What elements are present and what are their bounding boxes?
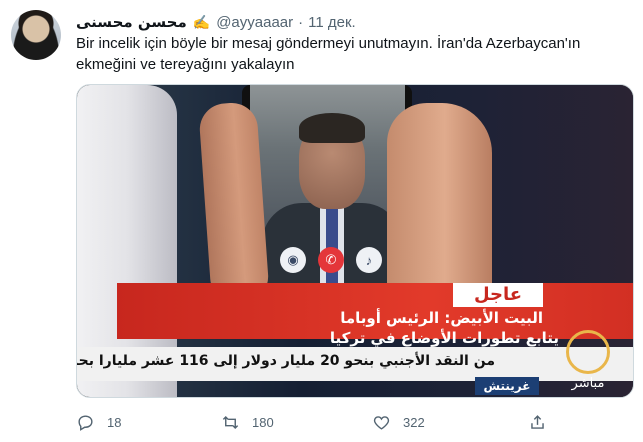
lower-ticker-text: من النقد الأجنبي بنحو 20 مليار دولار إلى…	[77, 353, 495, 369]
share-button[interactable]	[528, 411, 547, 433]
heart-icon	[373, 415, 390, 430]
end-call-icon: ✆	[318, 247, 344, 273]
speaker-icon: ♪	[356, 247, 382, 273]
share-icon	[531, 414, 544, 429]
like-count: 322	[403, 414, 425, 430]
reply-count: 18	[107, 414, 122, 430]
mute-icon: ◉	[280, 247, 306, 273]
tweet-text: Bir incelik için böyle bir mesaj gönderm…	[76, 35, 581, 73]
tweet-header: محسن محسنی ✍️ @ayyaaaar · 11 дек.	[76, 11, 356, 33]
like-button[interactable]: 322	[372, 411, 425, 433]
headline-line-1: البيت الأبيض: الرئيس أوباما	[340, 309, 543, 327]
headline-line-2: يتابع تطورات الأوضاع في تركيا	[329, 329, 559, 347]
breaking-label: عاجل	[453, 283, 543, 307]
retweet-count: 180	[252, 414, 274, 430]
channel-logo-icon	[566, 329, 610, 374]
retweet-button[interactable]: 180	[221, 411, 274, 433]
tweet: محسن محسنی ✍️ @ayyaaaar · 11 дек. Bir in…	[0, 0, 643, 442]
author-name[interactable]: محسن محسنی	[76, 13, 187, 31]
avatar[interactable]	[11, 10, 61, 60]
right-hand	[387, 103, 492, 313]
reply-icon	[78, 414, 93, 431]
channel-logo-text: مباشر	[571, 375, 605, 391]
header-separator: ·	[298, 13, 304, 31]
clock-label: غرينتش 21:26	[475, 377, 539, 395]
channel-logo: مباشر	[553, 325, 623, 395]
tweet-media[interactable]: ◉ ✆ ♪ عاجل البيت الأبيض: الرئيس أوباما ي…	[76, 84, 634, 398]
person-hair	[299, 113, 365, 143]
tweet-actions: 18 180 322	[76, 411, 636, 433]
writing-hand-emoji: ✍️	[192, 13, 211, 30]
author-handle[interactable]: @ayyaaaar	[216, 14, 293, 31]
tweet-date[interactable]: 11 дек.	[308, 14, 356, 31]
retweet-icon	[222, 415, 239, 429]
reply-button[interactable]: 18	[76, 411, 121, 433]
